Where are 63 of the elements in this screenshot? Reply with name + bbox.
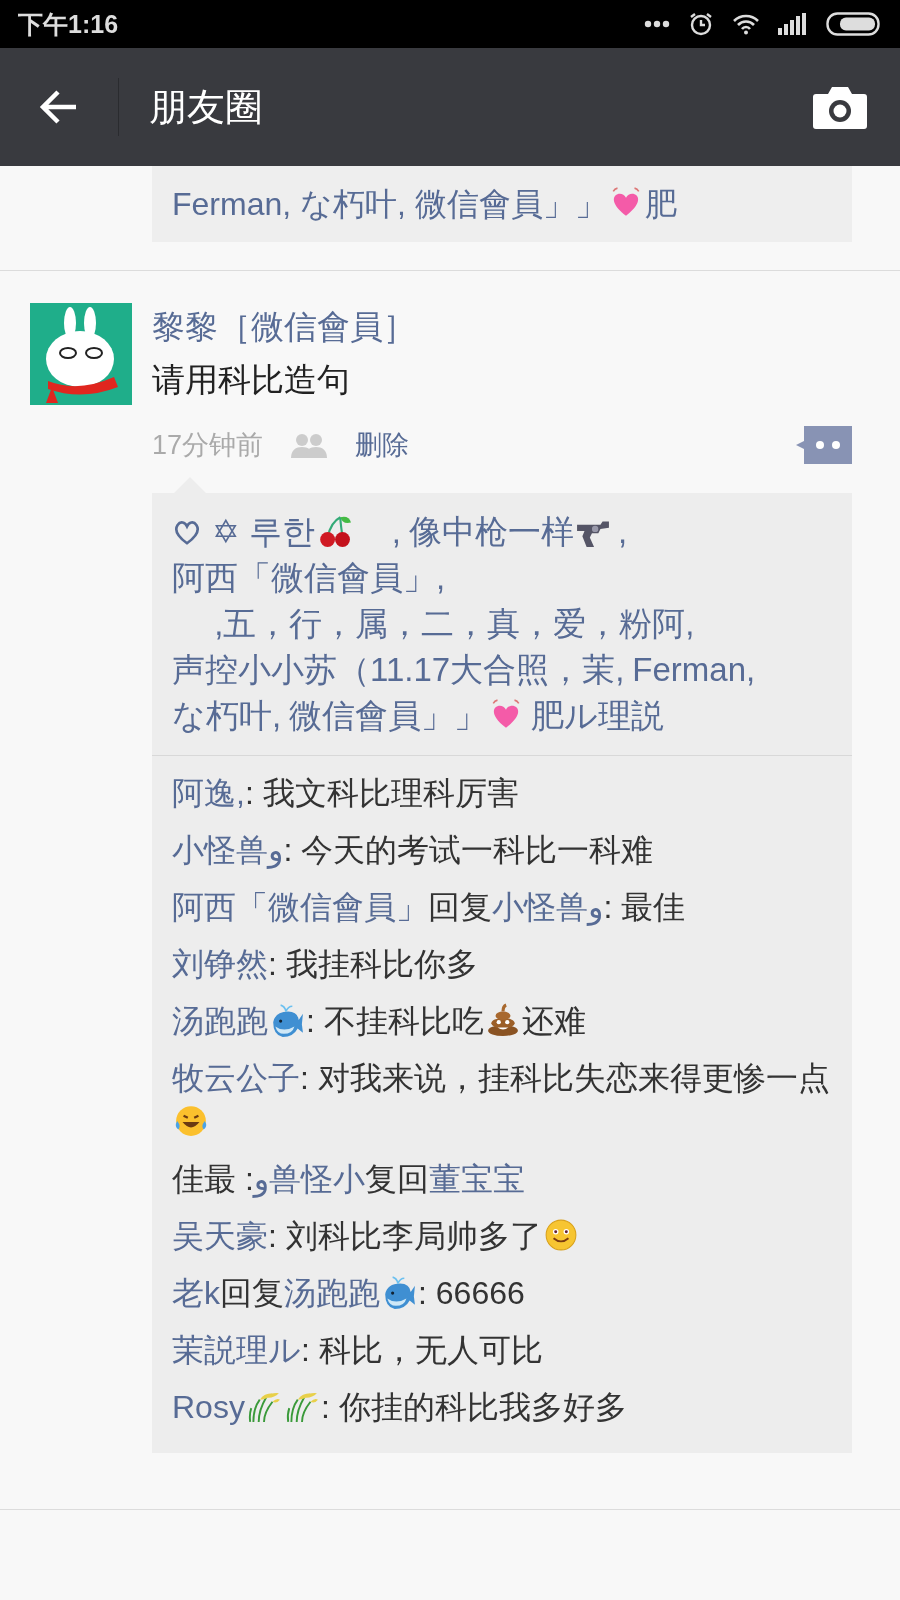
liker-name[interactable]: Ferman, な朽叶, 微信會員」」 <box>172 186 607 222</box>
commenter-name[interactable]: 小怪兽و <box>492 889 604 925</box>
liker-name[interactable]: ,五，行，属，二，真，爱，粉阿, <box>172 601 695 647</box>
status-time: 下午1:16 <box>18 8 119 40</box>
commenter-name[interactable]: 老k <box>172 1275 220 1311</box>
liker-name[interactable]: , <box>358 509 401 555</box>
liker-name[interactable]: 微信會員」」 <box>289 693 488 739</box>
commenter-name[interactable]: 刘铮然 <box>172 946 268 982</box>
people-icon <box>289 432 330 458</box>
laugh-emoji-icon <box>174 1104 208 1138</box>
back-button[interactable] <box>38 89 78 125</box>
battery-icon <box>826 12 882 36</box>
commenter-name[interactable]: Rosy <box>172 1389 245 1425</box>
comment-text: : 不挂科比吃 <box>306 1003 484 1039</box>
page-title: 朋友圈 <box>149 84 263 130</box>
whale-emoji-icon <box>270 1003 304 1037</box>
author-name[interactable]: 黎黎［微信會員］ <box>152 303 852 351</box>
alarm-icon <box>688 11 714 37</box>
commenter-name[interactable]: 阿西「微信會員」 <box>172 889 428 925</box>
comment-text: : 我文科比理科厉害 <box>244 775 519 811</box>
smile-emoji-icon <box>543 1218 578 1252</box>
comment-text: 复回 <box>365 1161 430 1197</box>
liker-name[interactable]: 肥ル理説 <box>531 693 665 739</box>
post-time: 17分钟前 <box>152 429 264 462</box>
post-text: 请用科比造句 <box>152 360 351 400</box>
camera-button[interactable] <box>812 84 868 130</box>
whale-emoji-icon <box>382 1275 416 1309</box>
commenter-name[interactable]: 汤跑跑 <box>172 1003 268 1039</box>
delete-link[interactable]: 删除 <box>355 427 410 463</box>
commenter-name[interactable]: 小怪兽و <box>172 832 284 868</box>
commenter-name[interactable]: 吴天豪 <box>172 1218 268 1254</box>
back-arrow-icon <box>38 89 78 125</box>
comment-text: 还难 <box>521 1003 586 1039</box>
liker-name[interactable]: 像中枪一样 <box>409 509 574 555</box>
liker-name[interactable]: ✡ 루한 <box>212 509 315 555</box>
comment-text: 回复 <box>220 1275 284 1311</box>
comment-text: : 科比，无人可比 <box>301 1332 543 1368</box>
comment-text: : 我挂科比你多 <box>268 946 478 982</box>
poop-emoji-icon <box>485 1003 520 1037</box>
commenter-name[interactable]: 董宝宝 <box>429 1161 526 1197</box>
liker-name[interactable]: 肥 <box>644 186 677 222</box>
comment-menu-button[interactable] <box>796 426 852 464</box>
comment-text: : 你挂的科比我多好多 <box>320 1389 627 1425</box>
commenter-name[interactable]: 汤跑跑 <box>284 1275 380 1311</box>
comment-text: : 最佳 <box>603 889 686 925</box>
liker-name[interactable]: 阿西「微信會員」, <box>172 555 446 601</box>
comment-text: : 刘科比李局帅多了 <box>268 1218 542 1254</box>
commenter-name[interactable]: 阿逸, <box>172 775 245 811</box>
comment-text: : 对我来说，挂科比失恋来得更惨一点 <box>300 1060 830 1096</box>
commenter-name[interactable]: 茉説理ル <box>172 1332 301 1368</box>
comment-text: : 今天的考试一科比一科难 <box>283 832 654 868</box>
signal-icon <box>778 13 808 35</box>
liker-name[interactable]: , <box>618 509 628 555</box>
more-dots-icon <box>644 20 670 28</box>
liker-name[interactable]: Ferman, <box>632 647 756 693</box>
comment-text: 回复 <box>428 889 492 925</box>
liker-name[interactable]: 声控小小苏（11.17大合照，茉, <box>172 647 625 693</box>
liker-name[interactable]: な朽叶, <box>172 693 282 739</box>
commenter-name[interactable]: و兽怪小 <box>253 1161 366 1197</box>
commenter-name[interactable]: 牧云公子 <box>172 1060 300 1096</box>
wifi-icon <box>732 13 760 35</box>
comment-text: : 66666 <box>418 1275 525 1311</box>
camera-icon <box>812 84 868 130</box>
